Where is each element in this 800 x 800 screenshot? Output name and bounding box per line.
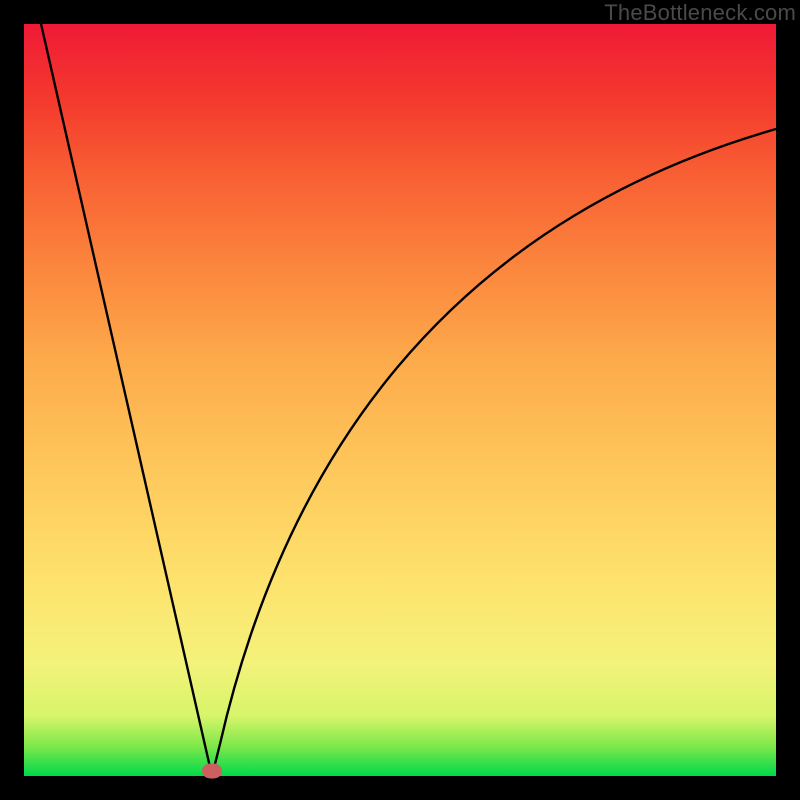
bottleneck-curve-svg: [24, 24, 776, 776]
bottleneck-curve-path: [24, 0, 776, 776]
optimum-marker: [202, 764, 222, 779]
outer-frame: TheBottleneck.com: [0, 0, 800, 800]
watermark-label: TheBottleneck.com: [604, 0, 796, 26]
